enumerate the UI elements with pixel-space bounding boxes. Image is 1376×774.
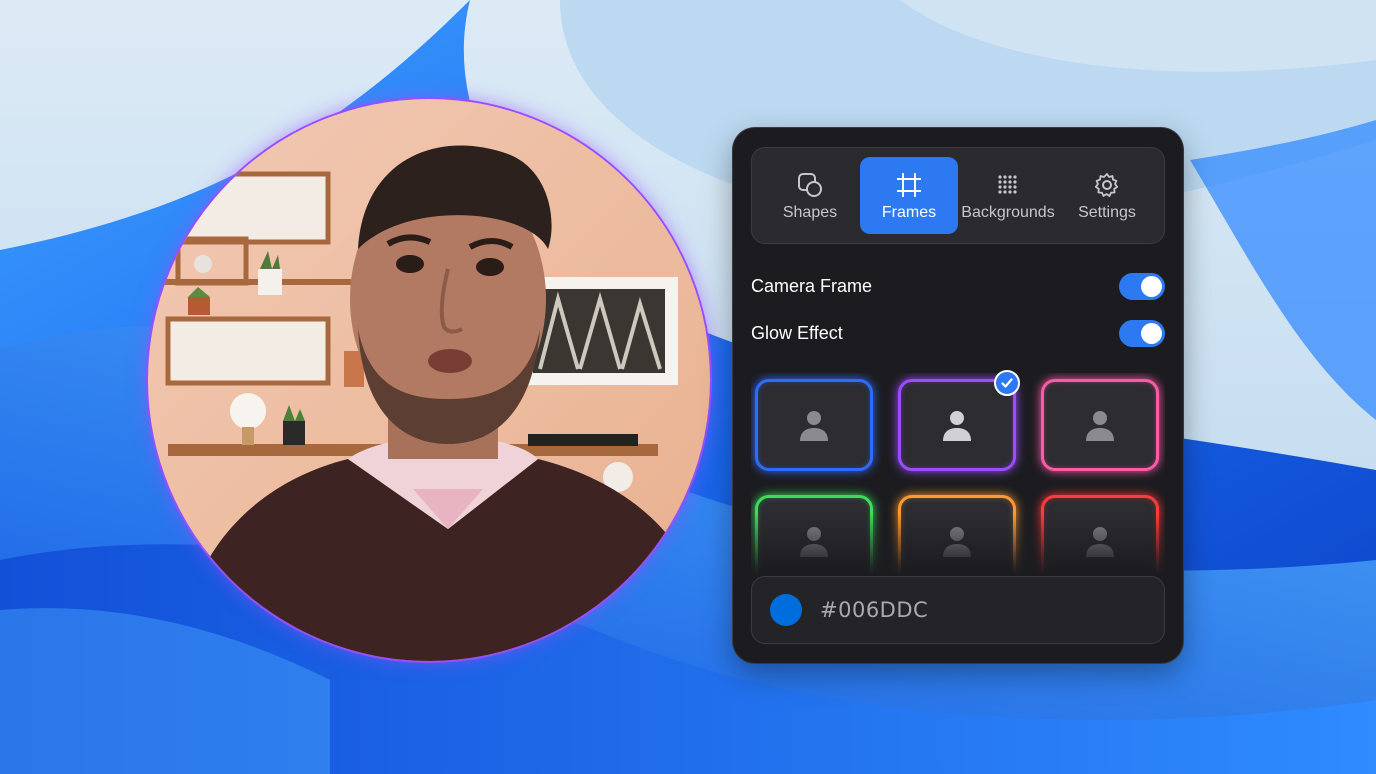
camera-frame-toggle[interactable] [1119, 272, 1165, 300]
person-icon [800, 411, 828, 441]
glow-effect-toggle[interactable] [1119, 319, 1165, 347]
tab-frames[interactable]: Frames [860, 157, 958, 234]
glow-effect-label: Glow Effect [751, 322, 843, 343]
frame-options-grid [751, 373, 1165, 573]
color-hex-value: #006DDC [820, 598, 929, 622]
shapes-icon [798, 172, 822, 197]
tab-bar: Shapes Frames Backgrounds Settings [751, 147, 1165, 244]
tab-label: Backgrounds [961, 203, 1055, 221]
tab-label: Settings [1078, 203, 1136, 221]
frame-option-pink[interactable] [1041, 379, 1159, 471]
glow-effect-row: Glow Effect [751, 318, 1165, 348]
person-icon [943, 527, 971, 557]
frame-option-blue[interactable] [755, 379, 873, 471]
tab-label: Frames [881, 203, 937, 221]
frame-option-red[interactable] [1041, 495, 1159, 573]
tab-backgrounds[interactable]: Backgrounds [959, 157, 1057, 234]
tab-label: Shapes [782, 203, 838, 221]
frame-option-green[interactable] [755, 495, 873, 573]
camera-frame-label: Camera Frame [751, 275, 873, 296]
color-picker-field[interactable]: #006DDC [751, 576, 1165, 644]
person-icon [800, 527, 828, 557]
person-icon [1086, 527, 1114, 557]
tab-shapes[interactable]: Shapes [761, 157, 859, 234]
selected-check-icon [994, 370, 1020, 396]
gear-icon [1094, 172, 1119, 197]
toggle-knob [1141, 322, 1162, 344]
person-icon [943, 411, 971, 441]
webcam-image [148, 99, 710, 661]
camera-preview[interactable] [146, 97, 712, 663]
tab-settings[interactable]: Settings [1058, 157, 1156, 234]
crop-frame-icon [897, 172, 921, 197]
frame-option-orange[interactable] [898, 495, 1016, 573]
frames-panel: Shapes Frames Backgrounds Settings Camer… [733, 128, 1183, 663]
dot-grid-icon [998, 174, 1017, 194]
camera-frame-row: Camera Frame [751, 271, 1165, 301]
color-swatch[interactable] [770, 594, 802, 626]
person-icon [1086, 411, 1114, 441]
toggle-knob [1141, 275, 1162, 297]
